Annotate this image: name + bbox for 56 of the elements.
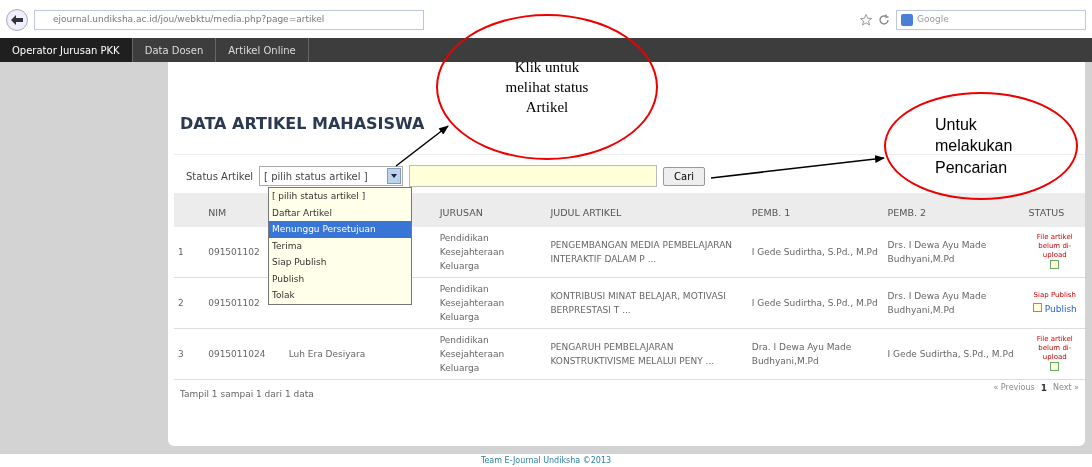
refresh-icon[interactable]: [878, 14, 890, 26]
table-cell: Pendidikan Kesejahteraan Keluarga: [439, 335, 505, 373]
column-header: PEMB. 1: [751, 206, 791, 218]
column-header: PEMB. 2: [887, 206, 927, 218]
table-cell: 3: [178, 349, 184, 359]
column-header: JURUSAN: [439, 206, 483, 218]
table-cell: 2: [178, 298, 184, 308]
nav-link[interactable]: Operator Jurusan PKK: [0, 38, 133, 62]
back-arrow-icon: [11, 15, 23, 25]
table-cell: Drs. I Dewa Ayu Made Budhyani,M.Pd: [887, 240, 987, 264]
table-cell: 091501102: [208, 247, 260, 257]
dropdown-option[interactable]: Terima: [269, 237, 411, 254]
pagination-link[interactable]: 1: [1040, 382, 1047, 396]
search-input[interactable]: [409, 165, 658, 187]
pagination-link[interactable]: Next »: [1052, 382, 1079, 396]
checkbox-icon[interactable]: [1032, 303, 1042, 312]
search-button[interactable]: Cari: [663, 166, 706, 186]
table-cell: Pendidikan Kesejahteraan Keluarga: [439, 284, 505, 322]
publish-link[interactable]: Publish: [1044, 304, 1077, 314]
table-cell: 091501102: [208, 298, 260, 308]
column-header: STATUS: [1028, 206, 1065, 218]
dropdown-option[interactable]: Siap Publish: [269, 254, 411, 271]
table-cell: I Gede Sudirtha, S.Pd., M.Pd: [887, 349, 1014, 359]
pagination-link[interactable]: « Previous: [993, 382, 1035, 396]
status-dropdown[interactable]: [ pilih status artikel ]: [259, 166, 404, 186]
dropdown-option[interactable]: Tolak: [269, 287, 411, 304]
table-cell: Dra. I Dewa Ayu Made Budhyani,M.Pd: [751, 342, 852, 366]
back-button[interactable]: [6, 9, 28, 31]
table-cell: PENGARUH PEMBELAJARAN KONSTRUKTIVISME MELALUI PENY ...: [550, 342, 715, 366]
table-cell: 1: [178, 247, 184, 257]
table-cell: I Gede Sudirtha, S.Pd., M.Pd: [751, 298, 878, 308]
page-title: DATA ARTIKEL MAHASISWA: [180, 114, 425, 133]
filter-label: Status Artikel: [186, 169, 254, 184]
callout-text: Untuk melakukan Pencarian: [935, 114, 1014, 178]
table-cell: Luh Era Desiyara: [288, 349, 366, 359]
dropdown-option[interactable]: [ pilih status artikel ]: [269, 188, 411, 205]
dropdown-option[interactable]: Menunggu Persetujuan: [269, 221, 411, 238]
caret-icon: [391, 174, 398, 178]
address-bar[interactable]: ejournal.undiksha.ac.id/jou/webktu/media.php?page=artikel: [34, 10, 424, 30]
table-cell: PENGEMBANGAN MEDIA PEMBELAJARAN INTERAKTIF DALAM P ...: [550, 240, 733, 264]
table-cell: I Gede Sudirtha, S.Pd., M.Pd: [751, 247, 878, 257]
column-header: NIM: [208, 206, 227, 218]
dropdown-option[interactable]: Publish: [269, 270, 411, 287]
table-info: Tampil 1 sampai 1 dari 1 data: [180, 389, 314, 399]
table-cell: Pendidikan Kesejahteraan Keluarga: [439, 233, 505, 271]
column-header: JUDUL ARTIKEL: [550, 206, 622, 218]
table-cell: Drs. I Dewa Ayu Made Budhyani,M.Pd: [887, 291, 987, 315]
callout-text: Klik untuk melihat status Artikel: [504, 57, 590, 118]
dropdown-option[interactable]: Daftar Artikel: [269, 204, 411, 221]
star-icon[interactable]: [860, 14, 872, 26]
upload-icon[interactable]: [1050, 259, 1060, 269]
table-cell: 0915011024: [208, 349, 266, 359]
upload-icon[interactable]: [1050, 361, 1060, 371]
table-cell: KONTRIBUSI MINAT BELAJAR, MOTIVASI BERPRESTASI T ...: [550, 291, 726, 315]
footer-text: Team E-Journal Undiksha ©2013: [480, 456, 612, 465]
search-engine-icon: [901, 14, 913, 26]
